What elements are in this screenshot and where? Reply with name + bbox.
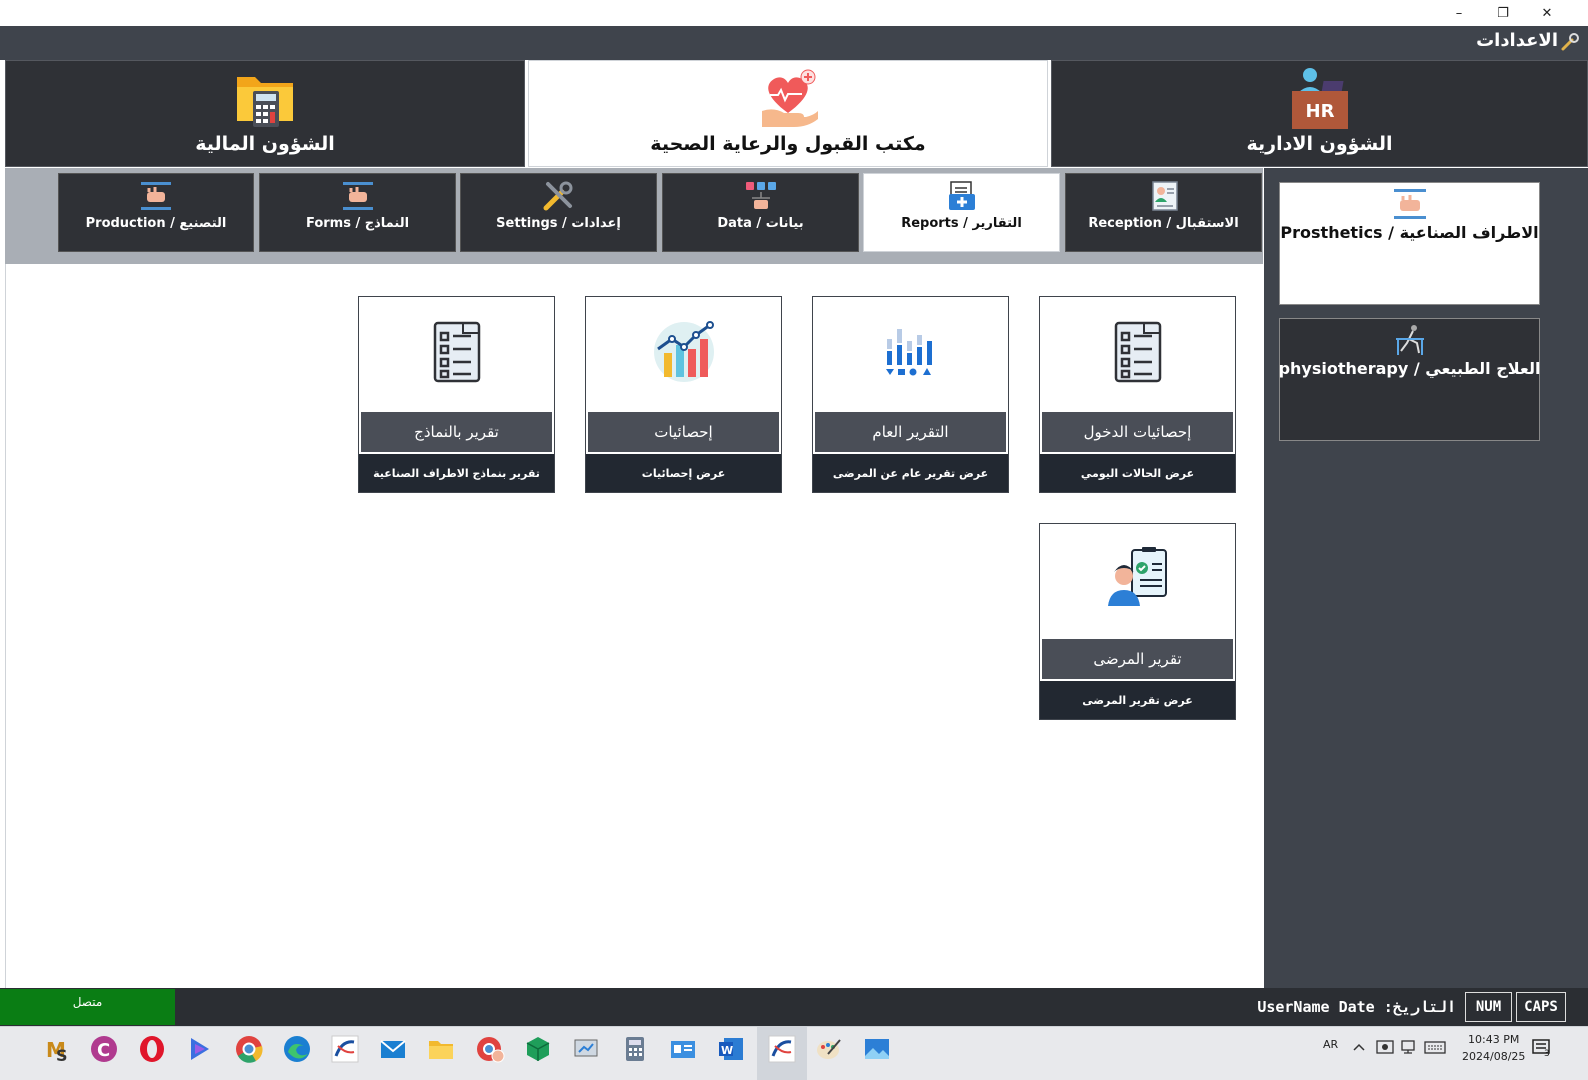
report-card-subtitle: تقرير بنماذج الاطراف الصناعية — [359, 454, 554, 492]
checklist-icon — [1114, 321, 1162, 383]
healthcare-heart-hand-icon — [762, 69, 818, 127]
report-card-title: تقرير المرضى — [1042, 639, 1233, 679]
caps-lock-indicator: CAPS — [1516, 992, 1566, 1022]
clock-time: 10:43 PM — [1468, 1033, 1520, 1046]
svg-text:HR: HR — [1305, 101, 1334, 122]
report-card-patients-report[interactable]: تقرير المرضى عرض تقرير المرضى — [1039, 523, 1236, 720]
report-card-title: تقرير بالنماذج — [361, 412, 552, 452]
window-app-icon[interactable] — [571, 1034, 601, 1064]
keyboard-language[interactable]: AR — [1323, 1038, 1338, 1051]
report-card-subtitle: عرض إحصائيات — [586, 454, 781, 492]
tray-app-icon[interactable] — [1376, 1039, 1394, 1055]
module-healthcare-label: مكتب القبول والرعاية الصحية — [650, 133, 926, 155]
report-card-general-report[interactable]: التقرير العام عرض تقرير عام عن المرضى — [812, 296, 1009, 493]
side-item-physiotherapy-label: physiotherapy / العلاج الطبيعي — [1278, 359, 1541, 378]
module-finance[interactable]: الشؤون المالية — [5, 60, 525, 167]
calculator-icon[interactable] — [620, 1034, 650, 1064]
report-card-admission-stats[interactable]: إحصائيات الدخول عرض الحالات اليومي — [1039, 296, 1236, 493]
settings-bar: الاعدادات — [0, 26, 1588, 60]
report-card-subtitle: عرض تقرير عام عن المرضى — [813, 454, 1008, 492]
settings-label[interactable]: الاعدادات — [1476, 30, 1558, 51]
tab-data[interactable]: Data / بيانات — [662, 173, 859, 252]
module-healthcare[interactable]: مكتب القبول والرعاية الصحية — [528, 60, 1048, 167]
module-finance-label: الشؤون المالية — [195, 133, 335, 155]
edge-icon[interactable] — [282, 1034, 312, 1064]
module-administration-label: الشؤون الادارية — [1246, 133, 1393, 155]
user-date-status: UserName Date :التاريخ — [1257, 998, 1456, 1016]
word-icon[interactable]: W — [716, 1034, 746, 1064]
report-card-statistics[interactable]: إحصائيات عرض إحصائيات — [585, 296, 782, 493]
keyboard-icon[interactable] — [1424, 1039, 1446, 1055]
tab-production-label: Production / التصنيع — [85, 216, 227, 231]
opera-icon[interactable] — [137, 1034, 167, 1064]
svg-text:S: S — [56, 1046, 68, 1064]
c-app-icon[interactable]: C — [89, 1034, 119, 1064]
svg-text:W: W — [721, 1044, 733, 1057]
report-card-title: إحصائيات الدخول — [1042, 412, 1233, 452]
chevron-up-icon[interactable] — [1352, 1040, 1366, 1054]
reception-icon — [1151, 181, 1178, 211]
data-icon — [745, 182, 776, 209]
report-card-subtitle: عرض تقرير المرضى — [1040, 681, 1235, 719]
tab-reports[interactable]: Reports / التقارير — [863, 173, 1060, 252]
notifications-count: 3 — [1544, 1049, 1550, 1059]
tab-settings[interactable]: Settings / إعدادات — [460, 173, 657, 252]
report-card-forms-report[interactable]: تقرير بالنماذج تقرير بنماذج الاطراف الصن… — [358, 296, 555, 493]
bing-icon[interactable] — [185, 1034, 215, 1064]
restore-button[interactable]: ❐ — [1481, 0, 1525, 26]
id-card-icon[interactable] — [668, 1034, 698, 1064]
network-icon[interactable] — [1399, 1039, 1417, 1055]
report-card-title: التقرير العام — [815, 412, 1006, 452]
mail-icon[interactable] — [378, 1034, 408, 1064]
report-card-subtitle: عرض الحالات اليومي — [1040, 454, 1235, 492]
tab-reception[interactable]: Reception / الاستقبال — [1065, 173, 1262, 252]
tab-forms[interactable]: Forms / النماذج — [259, 173, 456, 252]
ms-app-icon[interactable]: MS — [42, 1034, 72, 1064]
green-cube-icon[interactable] — [523, 1034, 553, 1064]
connection-status: متصل — [0, 989, 175, 1025]
tools-icon — [543, 181, 572, 211]
svg-text:C: C — [97, 1040, 110, 1061]
side-item-prosthetics-label: Prosthetics / الاطراف الصناعية — [1280, 223, 1539, 242]
hr-desk-icon: HR — [1291, 68, 1348, 129]
patient-report-icon — [1108, 547, 1167, 606]
side-item-prosthetics[interactable]: Prosthetics / الاطراف الصناعية — [1279, 182, 1540, 305]
file-explorer-icon[interactable] — [426, 1034, 456, 1064]
physiotherapy-icon — [1395, 325, 1424, 355]
clock-date: 2024/08/25 — [1462, 1050, 1526, 1063]
photos-icon[interactable] — [862, 1034, 892, 1064]
finance-folder-calculator-icon — [237, 77, 293, 127]
tab-production[interactable]: Production / التصنيع — [58, 173, 254, 252]
side-item-physiotherapy[interactable]: physiotherapy / العلاج الطبيعي — [1279, 318, 1540, 441]
report-card-title: إحصائيات — [588, 412, 779, 452]
chrome-icon[interactable] — [234, 1034, 264, 1064]
close-button[interactable]: ✕ — [1525, 0, 1569, 26]
bar-shapes-chart-icon — [886, 329, 932, 376]
custom-app-icon[interactable] — [330, 1034, 360, 1064]
production-icon — [141, 182, 171, 210]
tab-settings-label: Settings / إعدادات — [496, 216, 621, 231]
title-bar — [0, 0, 1588, 26]
prosthetics-icon — [1393, 189, 1426, 219]
tab-reception-label: Reception / الاستقبال — [1088, 216, 1239, 231]
chrome-profile-icon[interactable] — [475, 1034, 505, 1064]
custom-app-active-icon[interactable] — [767, 1034, 797, 1064]
wrench-icon[interactable] — [1560, 32, 1580, 52]
num-lock-indicator: NUM — [1465, 992, 1512, 1022]
tab-forms-label: Forms / النماذج — [305, 216, 410, 231]
forms-icon — [342, 182, 373, 210]
checklist-icon — [433, 321, 481, 383]
tab-reports-label: Reports / التقارير — [901, 216, 1022, 231]
statistics-chart-icon — [654, 321, 714, 382]
tab-data-label: Data / بيانات — [717, 216, 804, 231]
minimize-button[interactable]: – — [1437, 0, 1481, 26]
paint-icon[interactable] — [814, 1034, 844, 1064]
module-administration[interactable]: HR الشؤون الادارية — [1051, 60, 1588, 167]
reports-icon — [948, 181, 975, 210]
clock[interactable]: 10:43 PM 2024/08/25 — [1462, 1031, 1525, 1065]
